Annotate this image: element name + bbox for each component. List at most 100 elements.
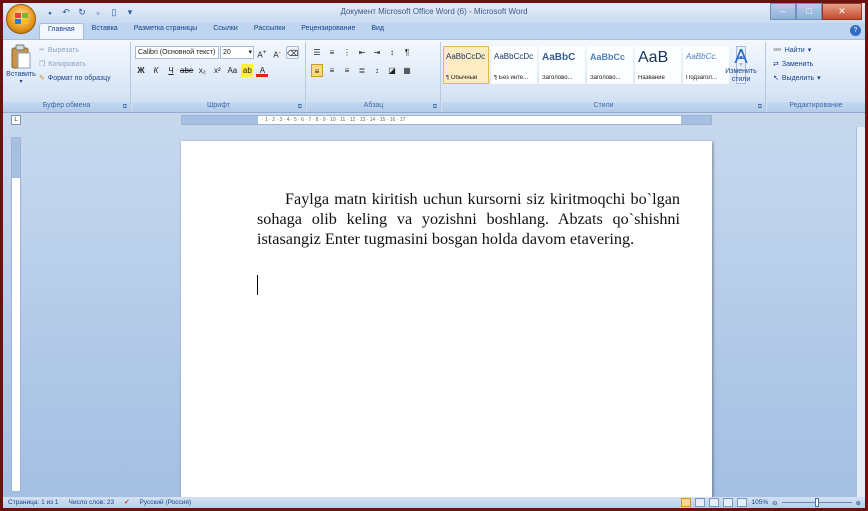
font-size-select[interactable]: 20 ▾ <box>220 46 254 59</box>
zoom-level[interactable]: 105% <box>751 499 768 506</box>
numbering-icon[interactable]: ≡ <box>326 46 338 59</box>
align-center-icon[interactable]: ≡ <box>326 64 338 77</box>
style-sample: AaBbCc <box>590 52 626 62</box>
style-title[interactable]: AaB Название <box>635 46 681 84</box>
tab-page-layout[interactable]: Разметка страницы <box>126 23 206 39</box>
increase-indent-icon[interactable]: ⇥ <box>371 46 383 59</box>
close-button[interactable]: ✕ <box>822 3 862 20</box>
zoom-in-icon[interactable]: ⊕ <box>856 499 861 507</box>
paragraph-launcher-icon[interactable]: ⧉ <box>433 104 437 111</box>
styles-launcher-icon[interactable]: ⧉ <box>758 104 762 111</box>
outline-view-icon[interactable] <box>723 498 734 507</box>
style-heading-2[interactable]: AaBbCc Заголово... <box>587 46 633 84</box>
shrink-font-icon[interactable]: A- <box>271 46 283 60</box>
page-count[interactable]: Страница: 1 из 1 <box>8 499 59 506</box>
font-size-buttons: A+ A- ⌫ <box>256 46 300 60</box>
style-sample: AaBbC <box>542 52 576 63</box>
window-title: Документ Microsoft Office Word (6) - Mic… <box>340 7 528 16</box>
clear-format-icon[interactable]: ⌫ <box>286 46 300 59</box>
office-logo-icon <box>15 13 28 24</box>
full-screen-view-icon[interactable] <box>695 498 706 507</box>
style-no-spacing[interactable]: AaBbCcDc ¶ Без инте... <box>491 46 537 84</box>
document-workspace: Faylga matn kiritish uchun kursorni siz … <box>3 127 865 508</box>
spelling-check-icon[interactable]: ✔ <box>124 498 129 506</box>
paste-icon <box>11 44 31 69</box>
vertical-scrollbar[interactable] <box>856 127 865 497</box>
cut-label: Вырезать <box>47 46 80 54</box>
style-name: Название <box>638 75 665 81</box>
find-button[interactable]: 👓 Найти ▾ <box>773 46 811 55</box>
style-name: ¶ Без инте... <box>494 75 529 81</box>
style-normal[interactable]: AaBbCcDc ¶ Обычный <box>443 46 489 84</box>
copy-label: Копировать <box>48 60 86 68</box>
paragraph-group: ☰ ≡ ⋮ ⇤ ⇥ ↕ ¶ ≡ ≡ ≡ ≣ ↕ ◪ ▦ Абзац ⧉ <box>307 42 441 112</box>
style-name: Заголово... <box>542 75 573 81</box>
help-icon[interactable]: ? <box>850 25 861 36</box>
web-layout-view-icon[interactable] <box>709 498 720 507</box>
tab-insert[interactable]: Вставка <box>84 23 126 39</box>
select-button[interactable]: ↖ Выделить ▾ <box>773 74 821 83</box>
decrease-indent-icon[interactable]: ⇤ <box>356 46 368 59</box>
maximize-button[interactable]: □ <box>796 3 822 20</box>
subscript-icon[interactable]: x₂ <box>196 64 208 77</box>
brush-icon: ✎ <box>39 75 45 82</box>
align-buttons-row: ≡ ≡ ≡ ≣ ↕ ◪ ▦ <box>311 64 413 77</box>
style-name: Подзагол... <box>686 75 717 81</box>
document-paragraph[interactable]: Faylga matn kiritish uchun kursorni siz … <box>257 189 680 249</box>
shading-icon[interactable]: ◪ <box>386 64 398 77</box>
tab-view[interactable]: Вид <box>363 23 392 39</box>
align-right-icon[interactable]: ≡ <box>341 64 353 77</box>
tab-selector-button[interactable]: L <box>11 115 21 125</box>
ruler-bar: L · 1 · 2 · 3 · 4 · 5 · 6 · 7 · 8 · 9 · … <box>3 113 865 127</box>
document-page[interactable]: Faylga matn kiritish uchun kursorni siz … <box>181 141 712 508</box>
bold-icon[interactable]: Ж <box>135 64 147 77</box>
binoculars-icon: 👓 <box>773 47 782 54</box>
italic-icon[interactable]: К <box>150 64 162 77</box>
grow-font-icon[interactable]: A+ <box>256 46 268 60</box>
clipboard-launcher-icon[interactable]: ⧉ <box>123 104 127 111</box>
replace-button[interactable]: ⇄ Заменить <box>773 60 814 69</box>
pilcrow-icon[interactable]: ¶ <box>401 46 413 59</box>
tab-mailings[interactable]: Рассылки <box>246 23 293 39</box>
zoom-slider[interactable] <box>781 498 852 507</box>
justify-icon[interactable]: ≣ <box>356 64 368 77</box>
cut-button[interactable]: ✂ Вырезать <box>39 46 80 55</box>
cursor-icon: ↖ <box>773 75 779 82</box>
zoom-out-icon[interactable]: ⊖ <box>772 499 777 507</box>
replace-label: Заменить <box>781 60 814 68</box>
font-color-icon[interactable]: A <box>256 64 269 77</box>
line-spacing-icon[interactable]: ↕ <box>371 64 383 77</box>
office-button[interactable] <box>6 4 36 34</box>
style-sample: AaBbCc. <box>686 52 718 61</box>
multilevel-list-icon[interactable]: ⋮ <box>341 46 353 59</box>
font-family-select[interactable]: Calibri (Основной текст) <box>135 46 219 59</box>
copy-button[interactable]: ❐ Копировать <box>39 60 86 69</box>
change-case-icon[interactable]: Aa <box>226 64 238 77</box>
word-count[interactable]: Число слов: 23 <box>69 499 115 506</box>
tab-home[interactable]: Главная <box>39 23 84 39</box>
borders-icon[interactable]: ▦ <box>401 64 413 77</box>
tab-references[interactable]: Ссылки <box>205 23 246 39</box>
highlight-icon[interactable]: ab <box>241 64 254 77</box>
style-heading-1[interactable]: AaBbC Заголово... <box>539 46 585 84</box>
format-painter-button[interactable]: ✎ Формат по образцу <box>39 74 111 83</box>
horizontal-ruler[interactable]: · 1 · 2 · 3 · 4 · 5 · 6 · 7 · 8 · 9 · 10… <box>181 115 712 125</box>
align-left-icon[interactable]: ≡ <box>311 64 323 77</box>
strikethrough-icon[interactable]: abe <box>180 64 193 77</box>
font-group: Calibri (Основной текст) 20 ▾ A+ A- ⌫ Ж … <box>132 42 306 112</box>
minimize-button[interactable]: – <box>770 3 796 20</box>
superscript-icon[interactable]: x² <box>211 64 223 77</box>
sort-icon[interactable]: ↕ <box>386 46 398 59</box>
draft-view-icon[interactable] <box>737 498 748 507</box>
tab-review[interactable]: Рецензирование <box>293 23 363 39</box>
bullets-icon[interactable]: ☰ <box>311 46 323 59</box>
paste-button[interactable]: Вставить ▾ <box>6 44 36 85</box>
change-styles-button[interactable]: A Изменить стили <box>721 46 761 84</box>
zoom-slider-thumb[interactable] <box>814 498 819 507</box>
style-name: Заголово... <box>590 75 621 81</box>
underline-icon[interactable]: Ч <box>165 64 177 77</box>
print-layout-view-icon[interactable] <box>681 498 692 507</box>
language-indicator[interactable]: Русский (Россия) <box>140 499 192 506</box>
font-launcher-icon[interactable]: ⧉ <box>298 104 302 111</box>
vertical-ruler[interactable] <box>11 137 21 492</box>
